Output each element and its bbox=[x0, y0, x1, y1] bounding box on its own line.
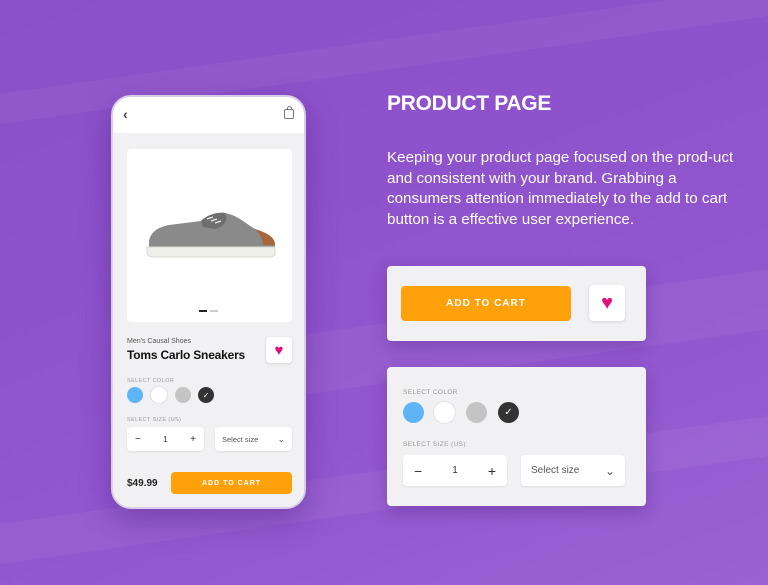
size-select[interactable]: Select size ⌄ bbox=[215, 427, 292, 451]
heart-icon: ♥ bbox=[601, 291, 613, 314]
plus-button[interactable]: + bbox=[190, 434, 196, 445]
product-category: Men's Causal Shoes bbox=[127, 338, 191, 345]
product-options-card: SELECT COLOR ✓ SELECT SIZE (US) − 1 + Se… bbox=[387, 367, 646, 506]
color-swatch-blue[interactable] bbox=[127, 387, 143, 403]
heart-icon: ♥ bbox=[274, 341, 284, 359]
product-image-card bbox=[127, 149, 292, 322]
color-swatch-black-selected[interactable]: ✓ bbox=[498, 402, 519, 423]
quantity-stepper-large: − 1 + bbox=[403, 455, 507, 486]
size-select-value: Select size bbox=[222, 434, 259, 444]
quantity-value: 1 bbox=[163, 434, 168, 444]
carousel-dots[interactable] bbox=[199, 310, 218, 312]
page-description: Keeping your product page focused on the… bbox=[387, 149, 734, 228]
color-swatch-white[interactable] bbox=[151, 387, 167, 403]
size-select-large[interactable]: Select size ⌄ bbox=[521, 455, 625, 486]
add-to-cart-button-large[interactable]: ADD TO CART bbox=[401, 286, 571, 321]
select-color-label-large: SELECT COLOR bbox=[403, 389, 458, 396]
color-swatch-blue[interactable] bbox=[403, 402, 424, 423]
phone-mockup: ‹ Men's Causal Shoes Toms Carlo Sneakers… bbox=[111, 95, 306, 509]
plus-button[interactable]: + bbox=[488, 463, 496, 479]
page-title: PRODUCT PAGE bbox=[387, 92, 552, 115]
add-to-cart-button[interactable]: ADD TO CART bbox=[171, 472, 292, 494]
favorite-button[interactable]: ♥ bbox=[266, 337, 292, 363]
color-swatch-black-selected[interactable]: ✓ bbox=[198, 387, 214, 403]
select-size-label-large: SELECT SIZE (US) bbox=[403, 441, 466, 448]
check-icon: ✓ bbox=[202, 390, 210, 400]
check-icon: ✓ bbox=[504, 407, 513, 418]
add-to-cart-card: ADD TO CART ♥ bbox=[387, 266, 646, 341]
size-select-value: Select size bbox=[531, 465, 580, 476]
chevron-down-icon: ⌄ bbox=[604, 463, 615, 478]
shopping-bag-icon[interactable] bbox=[284, 106, 294, 119]
select-color-label: SELECT COLOR bbox=[127, 378, 175, 384]
minus-button[interactable]: − bbox=[135, 434, 141, 445]
product-name: Toms Carlo Sneakers bbox=[127, 348, 246, 362]
chevron-left-icon[interactable]: ‹ bbox=[123, 106, 128, 122]
color-swatch-gray[interactable] bbox=[175, 387, 191, 403]
favorite-button-large[interactable]: ♥ bbox=[589, 285, 625, 321]
quantity-stepper: − 1 + bbox=[127, 427, 204, 451]
chevron-down-icon: ⌄ bbox=[277, 433, 285, 444]
minus-button[interactable]: − bbox=[414, 463, 422, 479]
color-swatch-gray[interactable] bbox=[466, 402, 487, 423]
select-size-label: SELECT SIZE (US) bbox=[127, 417, 182, 423]
phone-top-bar: ‹ bbox=[113, 97, 304, 133]
quantity-value: 1 bbox=[452, 465, 458, 476]
phone-content: Men's Causal Shoes Toms Carlo Sneakers ♥… bbox=[113, 133, 304, 507]
product-price: $49.99 bbox=[127, 478, 158, 489]
color-swatch-white[interactable] bbox=[434, 402, 455, 423]
product-image bbox=[146, 212, 276, 258]
